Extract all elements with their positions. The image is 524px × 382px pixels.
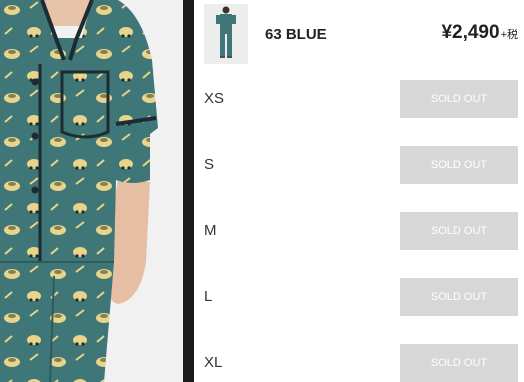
- sold-out-button[interactable]: SOLD OUT: [400, 344, 518, 382]
- color-option-header[interactable]: 63 BLUE ¥2,490+税: [194, 0, 524, 67]
- model-thumbnail-illustration: [204, 4, 248, 64]
- size-selector-panel: 63 BLUE ¥2,490+税 XS SOLD OUT S SOLD OUT …: [194, 0, 524, 382]
- size-label: S: [204, 156, 215, 173]
- size-row-xs: XS SOLD OUT: [194, 66, 524, 133]
- size-label: M: [204, 222, 217, 239]
- price-amount: ¥2,490: [441, 22, 500, 43]
- size-row-xl: XL SOLD OUT: [194, 330, 524, 382]
- size-row-s: S SOLD OUT: [194, 132, 524, 199]
- color-thumbnail: [204, 4, 248, 64]
- image-divider: [183, 0, 194, 382]
- color-name: 63 BLUE: [265, 26, 327, 43]
- size-label: XS: [204, 90, 225, 107]
- price: ¥2,490+税: [441, 22, 518, 44]
- size-row-l: L SOLD OUT: [194, 264, 524, 331]
- size-label: XL: [204, 354, 223, 371]
- sold-out-button[interactable]: SOLD OUT: [400, 146, 518, 184]
- sold-out-button[interactable]: SOLD OUT: [400, 80, 518, 118]
- sold-out-button[interactable]: SOLD OUT: [400, 278, 518, 316]
- product-photo: [0, 0, 183, 382]
- tax-note: +税: [500, 29, 518, 41]
- size-row-m: M SOLD OUT: [194, 198, 524, 265]
- sold-out-button[interactable]: SOLD OUT: [400, 212, 518, 250]
- pajama-model-illustration: [0, 0, 183, 382]
- size-label: L: [204, 288, 213, 305]
